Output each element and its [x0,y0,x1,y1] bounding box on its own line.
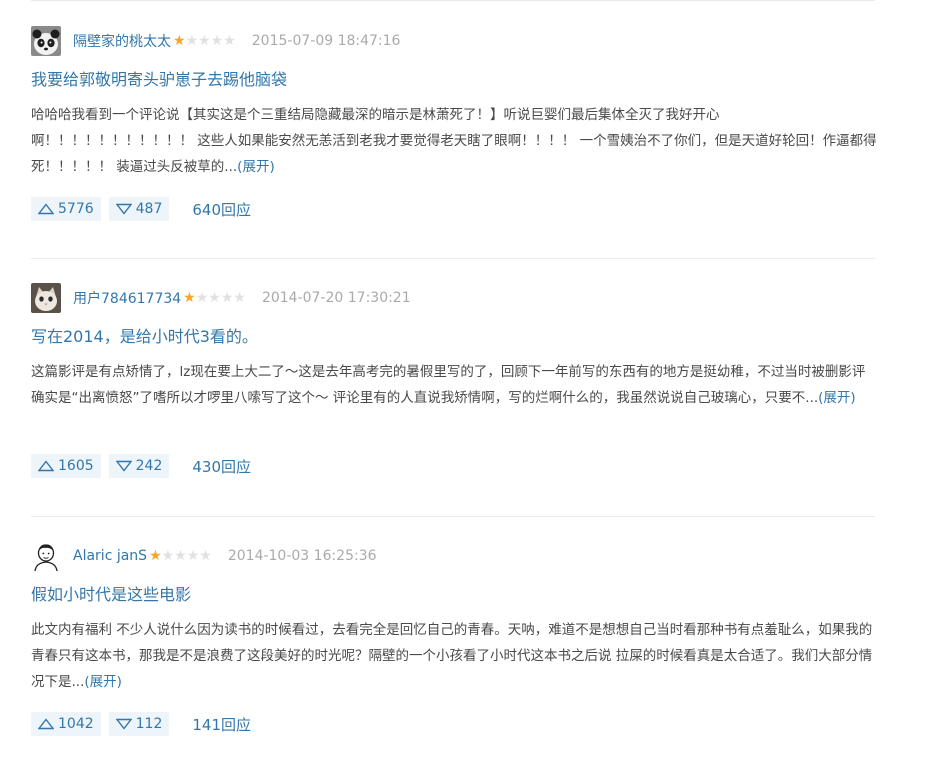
review-divider [31,258,875,259]
review-header: 用户784617734 ★★★★★ 2014-07-20 17:30:21 [31,283,875,313]
star-filled-icon: ★ [149,548,162,564]
upvote-button[interactable]: 1042 [31,712,101,736]
author-link[interactable]: Alaric janS [73,548,147,564]
review-header: Alaric janS ★★★★★ 2014-10-03 16:25:36 [31,541,875,571]
triangle-up-icon [38,718,54,730]
review-excerpt: 哈哈哈我看到一个评论说【其实这是个三重结局隐藏最深的暗示是林萧死了！】听说巨婴们… [31,102,877,180]
review-excerpt: 此文内有福利 不少人说什么因为读书的时候看过，去看完全是回忆自己的青春。天呐，难… [31,617,877,695]
review-divider [31,516,875,517]
triangle-up-icon [38,203,54,215]
upvote-count: 5776 [58,201,94,217]
review-timestamp: 2014-07-20 17:30:21 [261,290,411,306]
cat-avatar-icon[interactable] [31,283,61,313]
downvote-count: 487 [135,201,163,217]
review-item: 隔壁家的桃太太 ★★★★★ 2015-07-09 18:47:16 我要给郭敬明… [31,26,877,222]
replies-link[interactable]: 430回应 [192,456,251,477]
rating-stars: ★★★★★ [183,291,246,305]
downvote-button[interactable]: 242 [108,454,170,478]
review-actions: 1042 112 141回应 [31,711,875,737]
review-item: 用户784617734 ★★★★★ 2014-07-20 17:30:21 写在… [31,283,875,479]
star-empty-icon: ★★★★ [185,33,236,49]
replies-link[interactable]: 141回应 [192,714,251,735]
review-excerpt: 这篇影评是有点矫情了，lz现在要上大二了～这是去年高考完的暑假里写的了，回顾下一… [31,359,877,437]
upvote-button[interactable]: 1605 [31,454,101,478]
triangle-up-icon [38,460,54,472]
star-filled-icon: ★ [173,33,186,49]
triangle-down-icon [115,460,132,472]
panda-avatar-icon[interactable] [31,26,61,56]
downvote-count: 242 [135,458,163,474]
star-empty-icon: ★★★★ [195,290,246,306]
review-excerpt-text: 此文内有福利 不少人说什么因为读书的时候看过，去看完全是回忆自己的青春。天呐，难… [31,622,873,690]
expand-link[interactable]: (展开) [818,390,856,406]
upvote-count: 1042 [58,716,94,732]
triangle-down-icon [115,718,132,730]
sketch-person-avatar-icon[interactable] [31,541,61,571]
review-item: Alaric janS ★★★★★ 2014-10-03 16:25:36 假如… [31,541,875,737]
review-timestamp: 2015-07-09 18:47:16 [251,33,401,49]
review-excerpt-text: 这篇影评是有点矫情了，lz现在要上大二了～这是去年高考完的暑假里写的了，回顾下一… [31,364,866,406]
review-timestamp: 2014-10-03 16:25:36 [227,548,377,564]
rating-stars: ★★★★★ [149,549,212,563]
star-filled-icon: ★ [183,290,196,306]
triangle-down-icon [115,203,132,215]
downvote-button[interactable]: 487 [108,197,170,221]
author-link[interactable]: 用户784617734 [73,288,181,308]
downvote-button[interactable]: 112 [108,712,170,736]
review-title-link[interactable]: 假如小时代是这些电影 [31,583,875,607]
star-empty-icon: ★★★★ [161,548,212,564]
upvote-count: 1605 [58,458,94,474]
replies-link[interactable]: 640回应 [192,199,251,220]
rating-stars: ★★★★★ [173,34,236,48]
review-title-link[interactable]: 写在2014，是给小时代3看的。 [31,325,875,349]
review-actions: 5776 487 640回应 [31,196,875,222]
review-title-link[interactable]: 我要给郭敬明寄头驴崽子去踢他脑袋 [31,68,875,92]
expand-link[interactable]: (展开) [84,674,122,690]
review-actions: 1605 242 430回应 [31,453,875,479]
review-excerpt-text: 哈哈哈我看到一个评论说【其实这是个三重结局隐藏最深的暗示是林萧死了！】听说巨婴们… [31,107,877,175]
expand-link[interactable]: (展开) [237,159,275,175]
top-divider [31,0,875,1]
author-link[interactable]: 隔壁家的桃太太 [73,31,171,51]
upvote-button[interactable]: 5776 [31,197,101,221]
downvote-count: 112 [135,716,163,732]
review-header: 隔壁家的桃太太 ★★★★★ 2015-07-09 18:47:16 [31,26,875,56]
